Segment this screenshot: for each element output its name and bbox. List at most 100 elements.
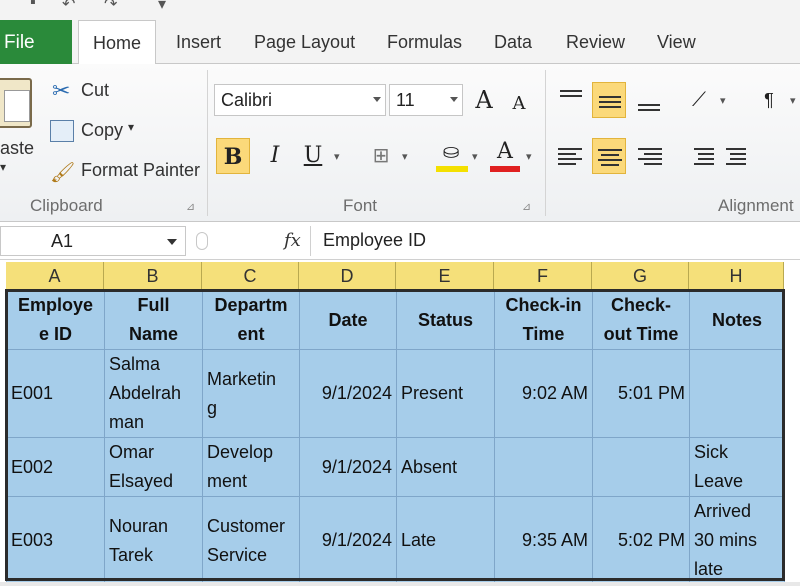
tab-data[interactable]: Data (494, 32, 532, 53)
header-cell[interactable]: Departm ent (202, 290, 300, 350)
table-cell[interactable]: Late (396, 496, 495, 585)
table-cell[interactable]: E001 (6, 349, 105, 438)
cell-text-line: man (109, 412, 145, 432)
pilcrow-icon[interactable]: ¶ (752, 82, 786, 118)
middle-align-icon[interactable] (592, 82, 626, 118)
paste-icon[interactable] (0, 78, 32, 128)
tab-formulas[interactable]: Formulas (387, 32, 462, 53)
format-painter-button[interactable]: Format Painter (81, 160, 200, 181)
table-cell[interactable]: Develop ment (202, 437, 300, 497)
table-cell[interactable]: 9/1/2024 (299, 437, 397, 497)
table-cell[interactable]: Marketin g (202, 349, 300, 438)
cell-text-line: Service (207, 544, 268, 565)
fill-color-dropdown-icon[interactable]: ▾ (472, 150, 478, 163)
font-color-button[interactable]: A (488, 134, 522, 170)
font-size-select[interactable]: 11 (389, 84, 463, 116)
table-cell[interactable]: Sick Leave (689, 437, 785, 497)
bottom-align-icon[interactable] (632, 82, 666, 118)
sheet-bottom-strip (0, 582, 800, 586)
column-header-c[interactable]: C (202, 262, 299, 290)
table-cell[interactable]: Present (396, 349, 495, 438)
italic-button[interactable]: I (258, 138, 292, 174)
underline-dropdown-icon[interactable]: ▾ (334, 150, 340, 163)
cell-text-line: Name (128, 324, 179, 344)
grow-font-button[interactable]: A (467, 82, 501, 118)
group-divider (545, 70, 546, 216)
header-cell[interactable]: Full Name (104, 290, 203, 350)
save-icon[interactable]: ▪ (30, 0, 36, 12)
table-cell[interactable]: 5:02 PM (592, 496, 690, 585)
paste-dropdown-icon[interactable]: ▾ (0, 160, 6, 174)
clipboard-launcher-icon[interactable]: ⊿ (186, 200, 195, 213)
table-cell[interactable]: 5:01 PM (592, 349, 690, 438)
column-header-e[interactable]: E (396, 262, 494, 290)
top-align-icon[interactable] (554, 82, 588, 118)
column-header-b[interactable]: B (104, 262, 202, 290)
font-launcher-icon[interactable]: ⊿ (522, 200, 531, 213)
tab-page-layout[interactable]: Page Layout (254, 32, 355, 53)
name-box[interactable]: A1 (0, 226, 186, 256)
decrease-indent-icon[interactable] (684, 138, 718, 174)
tab-insert[interactable]: Insert (176, 32, 221, 53)
increase-indent-icon[interactable] (722, 138, 756, 174)
column-header-f[interactable]: F (494, 262, 592, 290)
tab-review[interactable]: Review (566, 32, 625, 53)
shrink-font-button[interactable]: A (502, 86, 536, 122)
table-cell[interactable] (689, 349, 785, 438)
table-cell[interactable] (592, 437, 690, 497)
table-cell[interactable]: Customer Service (202, 496, 300, 585)
formula-bar-handle[interactable] (196, 232, 208, 250)
table-cell[interactable]: Nouran Tarek (104, 496, 203, 585)
table-cell[interactable]: Salma Abdelrah man (104, 349, 203, 438)
orientation-icon[interactable]: ⟋ (682, 82, 716, 118)
table-cell[interactable]: 9/1/2024 (299, 349, 397, 438)
underline-button[interactable]: U (296, 138, 330, 174)
redo-icon[interactable]: ↷ (104, 0, 117, 14)
column-header-d[interactable]: D (299, 262, 396, 290)
table-cell[interactable]: 9:35 AM (494, 496, 593, 585)
align-left-icon[interactable] (554, 138, 588, 174)
cell-text-line: Arrived (694, 501, 752, 521)
borders-dropdown-icon[interactable]: ▾ (402, 150, 408, 163)
formula-input[interactable]: Employee ID (310, 226, 800, 256)
customize-qat-icon[interactable]: ▾ (158, 0, 166, 14)
tab-view[interactable]: View (657, 32, 696, 53)
tab-file[interactable]: File (0, 20, 72, 64)
align-right-icon[interactable] (632, 138, 666, 174)
tab-home[interactable]: Home (78, 20, 157, 65)
table-cell[interactable]: 9:02 AM (494, 349, 593, 438)
align-center-icon[interactable] (592, 138, 626, 174)
cell-text-line: Salma (109, 354, 161, 374)
copy-dropdown-icon[interactable]: ▾ (128, 120, 134, 134)
column-header-a[interactable]: A (6, 262, 104, 290)
column-header-h[interactable]: H (689, 262, 784, 290)
text-direction-dropdown-icon[interactable]: ▾ (790, 94, 796, 107)
table-cell[interactable]: E002 (6, 437, 105, 497)
header-cell[interactable]: Notes (689, 290, 785, 350)
cell-text-line: Marketin (207, 368, 277, 389)
bold-button[interactable]: B (216, 138, 250, 174)
header-cell[interactable]: Check-in Time (494, 290, 593, 350)
font-color-dropdown-icon[interactable]: ▾ (526, 150, 532, 163)
header-cell[interactable]: Date (299, 290, 397, 350)
orientation-dropdown-icon[interactable]: ▾ (720, 94, 726, 107)
insert-function-icon[interactable]: fx (284, 230, 301, 251)
table-cell[interactable]: Omar Elsayed (104, 437, 203, 497)
column-header-g[interactable]: G (592, 262, 689, 290)
table-cell[interactable]: 9/1/2024 (299, 496, 397, 585)
borders-icon[interactable]: ⊞ (364, 138, 398, 174)
table-cell[interactable]: Absent (396, 437, 495, 497)
font-name-select[interactable]: Calibri (214, 84, 386, 116)
header-cell[interactable]: Status (396, 290, 495, 350)
undo-icon[interactable]: ↶ (62, 0, 75, 14)
table-cell[interactable]: Arrived 30 mins late (689, 496, 785, 585)
table-cell[interactable] (494, 437, 593, 497)
header-cell[interactable]: Check-out Time (592, 290, 690, 350)
fill-color-icon[interactable]: ⛀ (434, 134, 468, 170)
table-cell[interactable]: E003 (6, 496, 105, 585)
copy-button[interactable]: Copy (81, 120, 123, 141)
cell-text-line: Employe (17, 295, 94, 315)
cut-button[interactable]: Cut (81, 80, 109, 101)
header-cell[interactable]: Employe e ID (6, 290, 105, 350)
paste-button[interactable]: aste (0, 138, 34, 159)
